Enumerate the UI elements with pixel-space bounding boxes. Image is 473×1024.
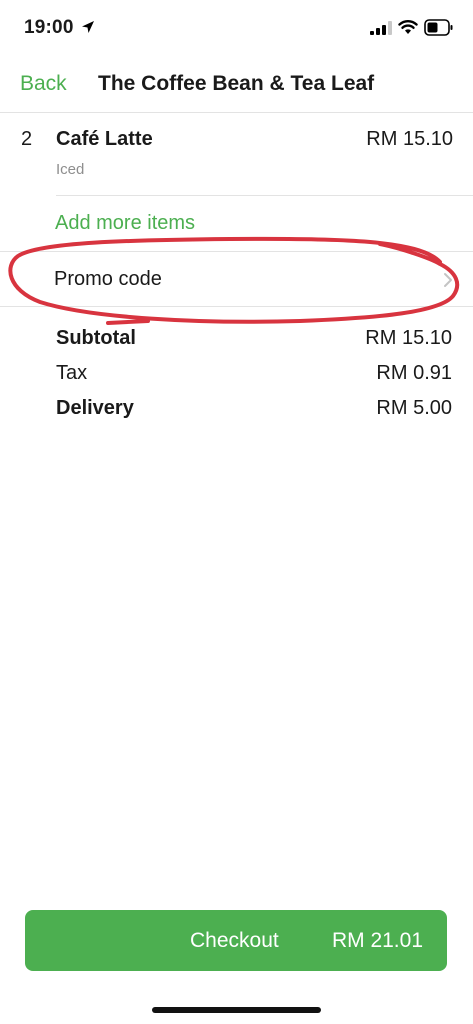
item-quantity: 2 (21, 128, 33, 150)
tax-row: Tax RM 0.91 (0, 358, 473, 392)
page-title: The Coffee Bean & Tea Leaf (98, 72, 375, 95)
home-indicator[interactable] (152, 1007, 321, 1013)
signal-icon (370, 21, 392, 35)
tax-label: Tax (56, 362, 88, 384)
back-button[interactable]: Back (20, 72, 67, 96)
promo-code-row[interactable]: Promo code (0, 252, 473, 306)
checkout-total: RM 21.01 (331, 929, 423, 952)
subtotal-value: RM 15.10 (365, 327, 452, 349)
delivery-label: Delivery (56, 397, 134, 419)
chevron-right-icon (444, 273, 452, 287)
item-price: RM 15.10 (366, 128, 453, 150)
item-name: Café Latte (56, 128, 153, 150)
order-item[interactable]: 2 Café Latte RM 15.10 Iced (0, 113, 473, 195)
checkout-button[interactable]: Checkout RM 21.01 (25, 910, 447, 971)
status-bar: 19:00 (0, 0, 473, 56)
wifi-icon (398, 20, 418, 34)
promo-code-label: Promo code (54, 268, 162, 290)
delivery-row: Delivery RM 5.00 (0, 393, 473, 427)
delivery-value: RM 5.00 (376, 397, 452, 419)
divider (0, 306, 473, 307)
checkout-label: Checkout (190, 929, 279, 952)
item-modifier: Iced (56, 161, 85, 178)
add-more-items-link[interactable]: Add more items (55, 212, 195, 235)
nav-bar: Back The Coffee Bean & Tea Leaf (0, 56, 473, 113)
location-arrow-icon (82, 21, 94, 33)
subtotal-label: Subtotal (56, 327, 136, 349)
subtotal-row: Subtotal RM 15.10 (0, 323, 473, 357)
tax-value: RM 0.91 (376, 362, 452, 384)
status-time: 19:00 (24, 17, 74, 38)
divider (56, 195, 473, 196)
battery-icon (424, 19, 453, 36)
